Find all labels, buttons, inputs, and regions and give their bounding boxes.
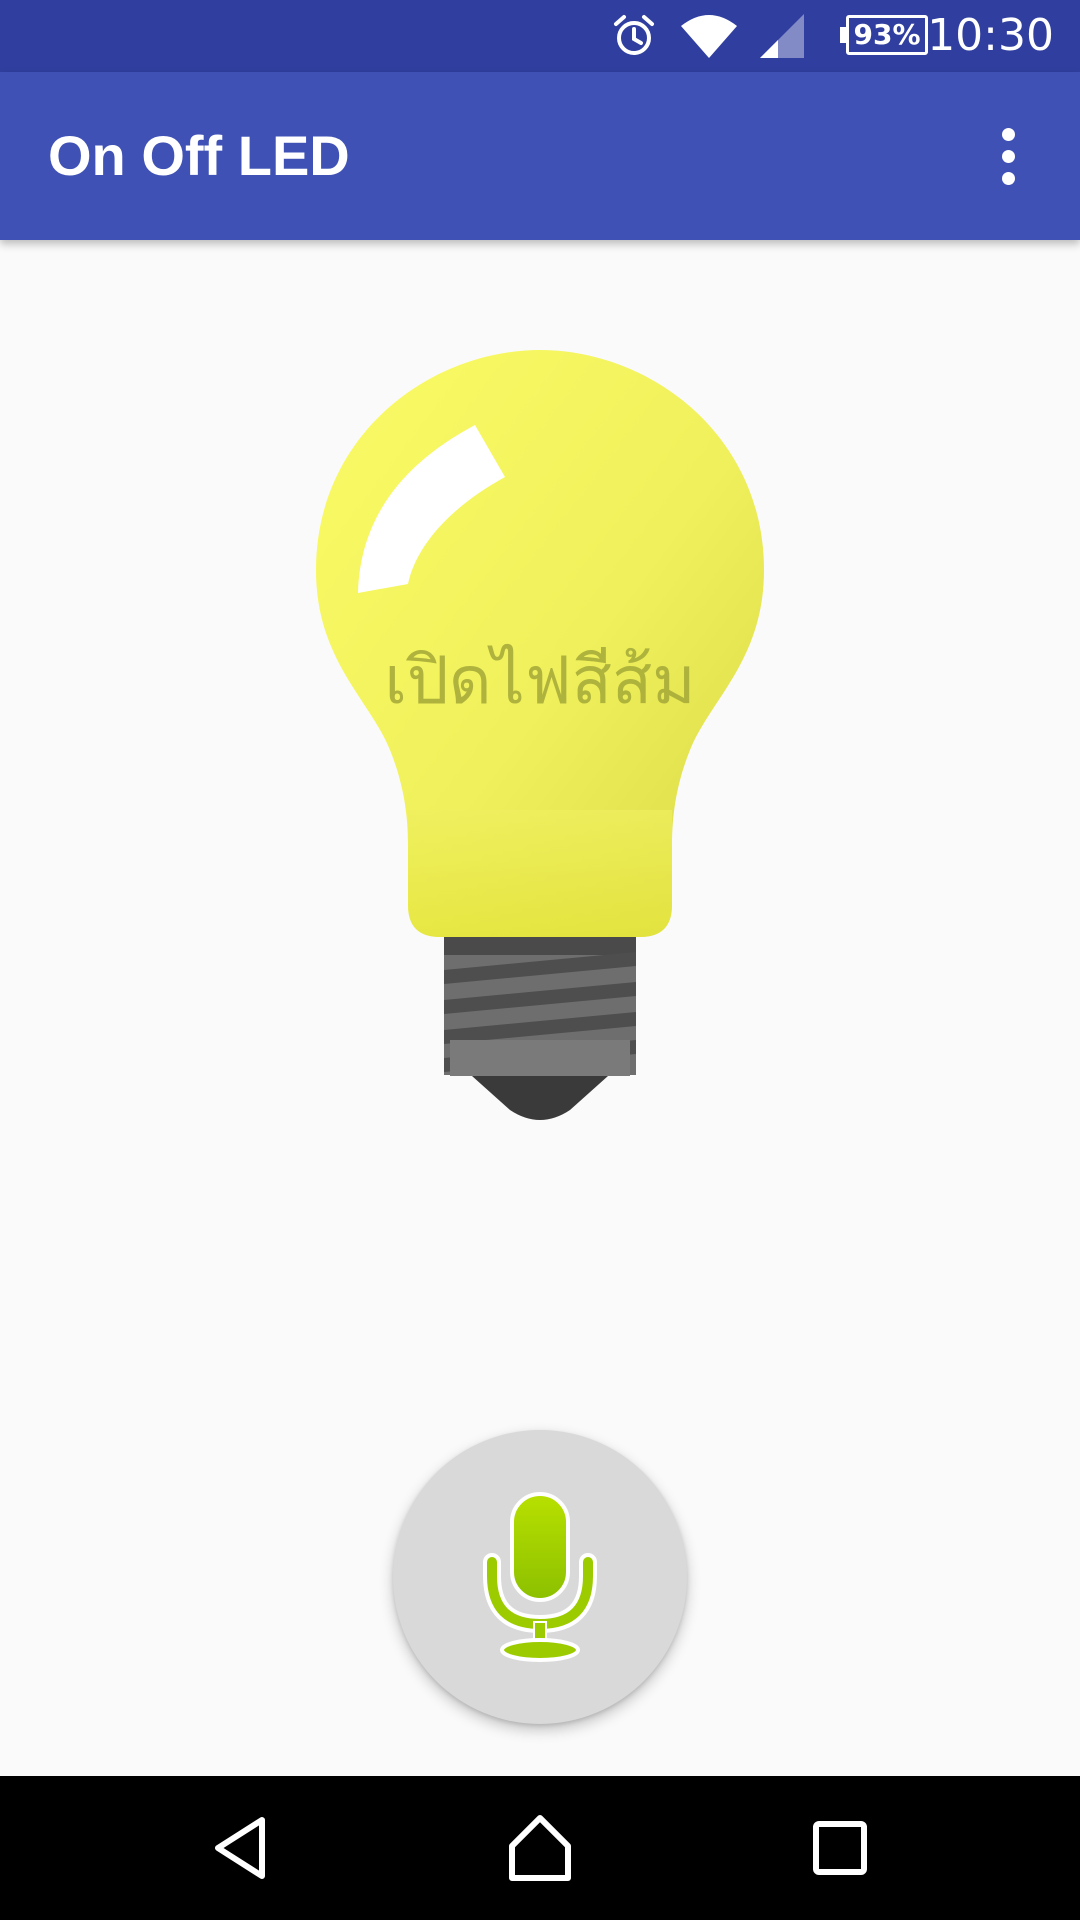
voice-input-button[interactable] <box>393 1430 687 1724</box>
home-icon <box>509 1815 571 1881</box>
more-options-button[interactable] <box>960 108 1056 204</box>
status-time: 10:30 <box>927 10 1054 61</box>
back-icon <box>215 1817 265 1879</box>
bulb-status-text: เปิดไฟสีส้ม <box>384 642 696 719</box>
cell-signal-icon <box>758 12 808 60</box>
app-title: On Off LED <box>48 124 350 187</box>
wifi-icon <box>680 12 738 60</box>
recents-icon <box>813 1821 867 1875</box>
microphone-icon <box>483 1492 597 1662</box>
app-bar: On Off LED <box>0 72 1080 240</box>
alarm-icon <box>610 12 658 60</box>
recents-button[interactable] <box>768 1776 912 1920</box>
more-vert-icon <box>1001 127 1015 141</box>
more-vert-icon-dot <box>1001 171 1015 185</box>
status-bar: 93% 10:30 <box>0 0 1080 72</box>
battery-icon: 93% <box>840 15 928 55</box>
system-nav-bar <box>0 1776 1080 1920</box>
battery-percent: 93% <box>853 18 921 51</box>
back-button[interactable] <box>172 1776 316 1920</box>
app-screen: 93% 10:30 On Off LED เปิดไฟสีส้ม <box>0 0 1080 1920</box>
home-button[interactable] <box>468 1776 612 1920</box>
main-content: เปิดไฟสีส้ม <box>0 240 1080 1776</box>
more-vert-icon-dot <box>1001 149 1015 163</box>
